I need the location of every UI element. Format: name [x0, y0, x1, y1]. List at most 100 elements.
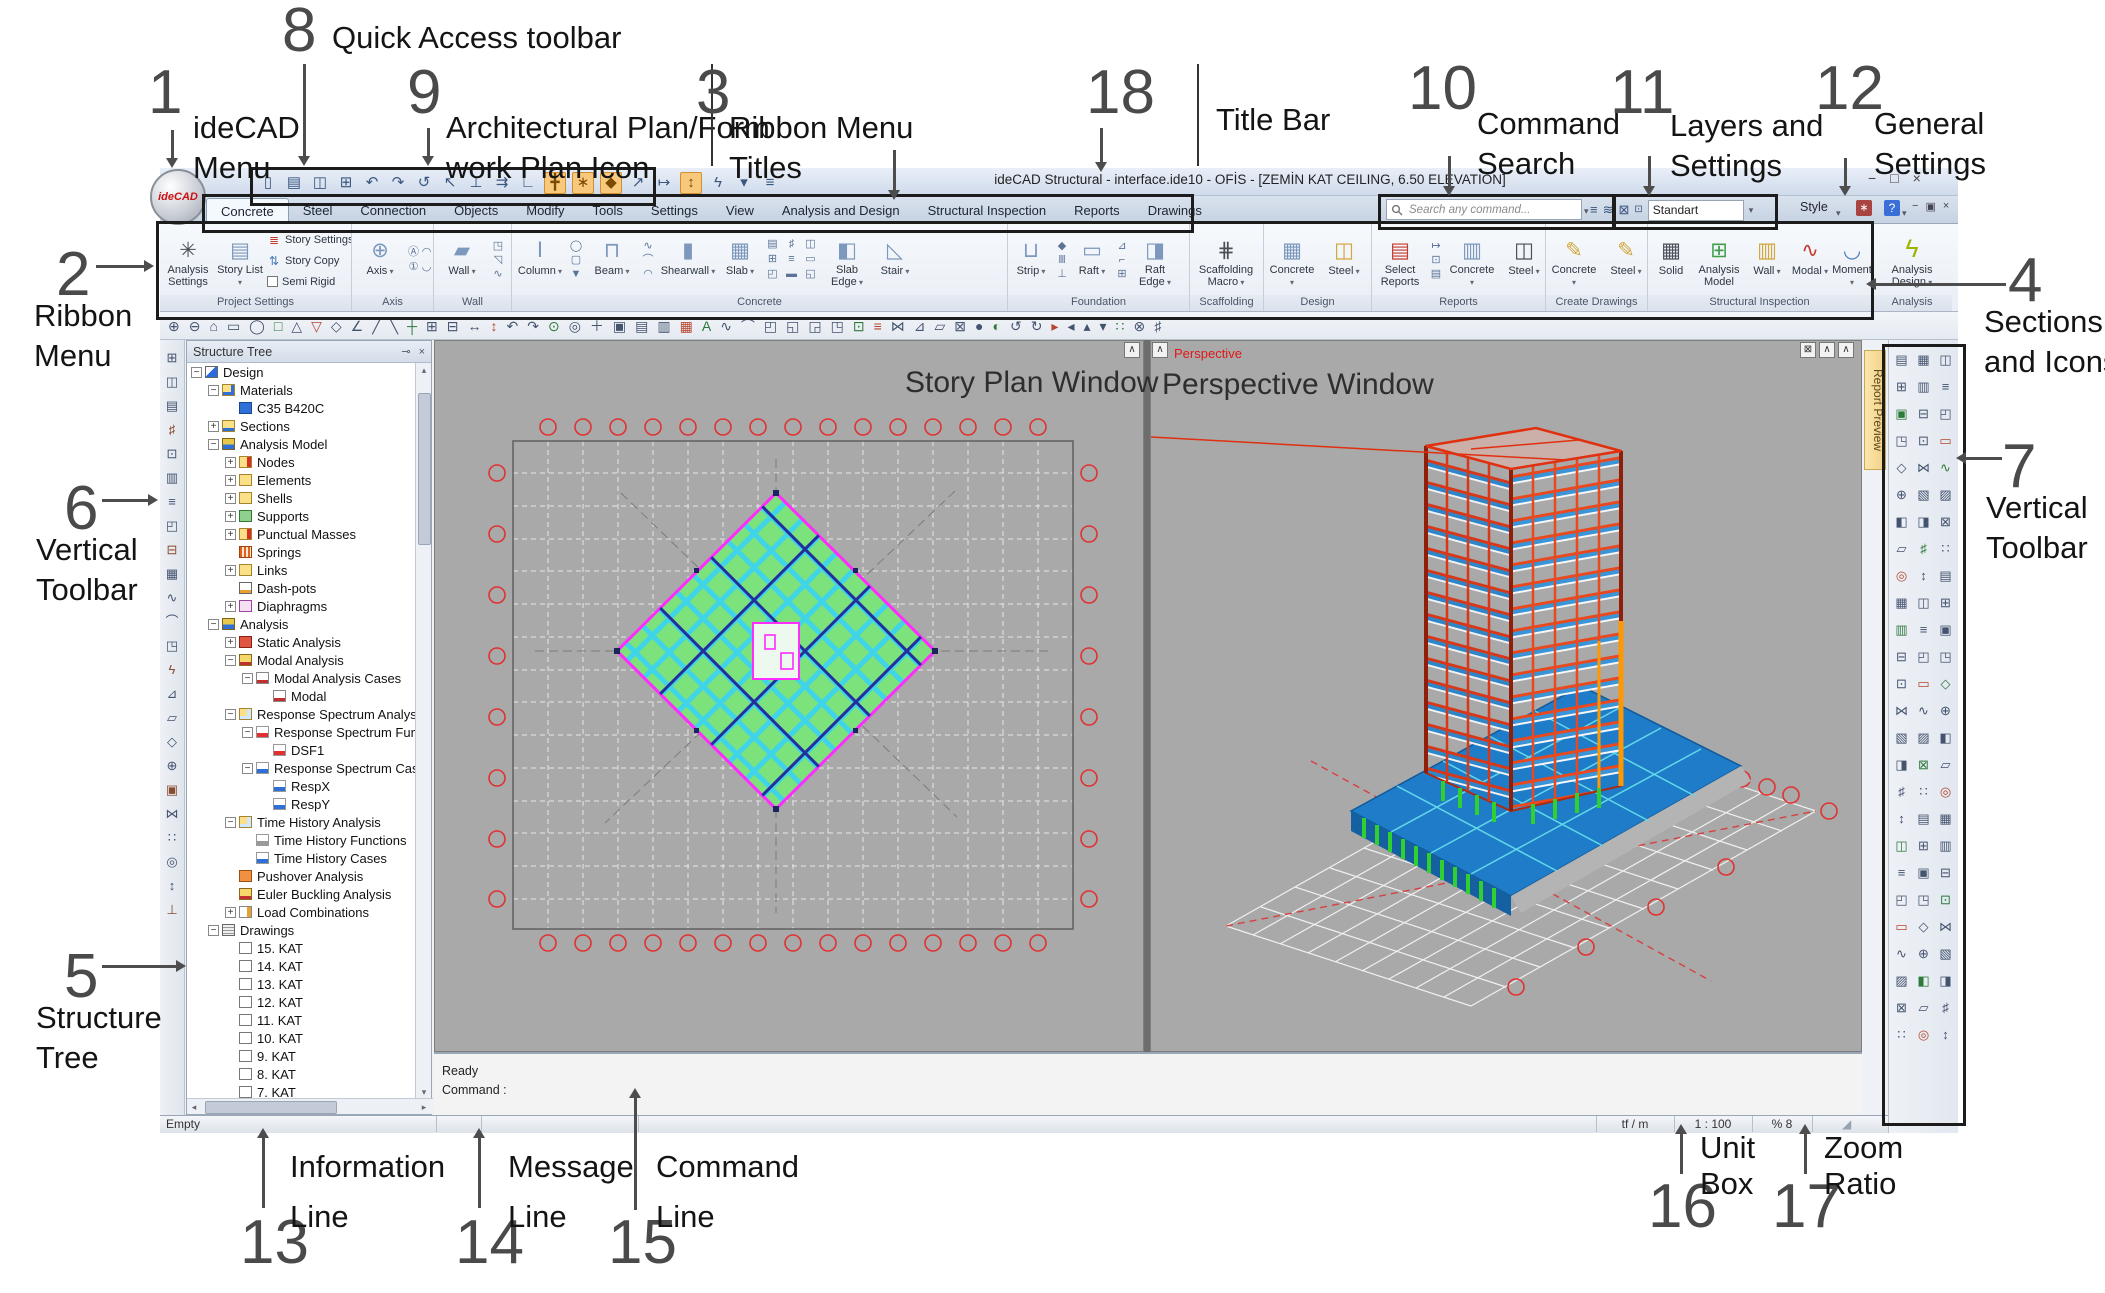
tool-icon[interactable]: ∠ [351, 316, 364, 336]
tool-icon[interactable]: ▤ [1935, 564, 1957, 591]
tree-expand-toggle[interactable]: + [225, 511, 236, 522]
tool-icon[interactable]: ϟ [169, 662, 176, 677]
drawings-concrete-button[interactable]: ✎Concrete [1549, 232, 1599, 288]
tool-icon[interactable]: ⊞ [426, 316, 438, 336]
axis-mini-icon[interactable]: ① [407, 261, 420, 276]
tool-icon[interactable]: ▤ [1913, 807, 1935, 834]
save-all-icon[interactable]: ⊞ [336, 173, 356, 193]
tree-item[interactable]: − Response Spectrum Cases [187, 759, 415, 777]
design-concrete-button[interactable]: ▦Concrete [1267, 232, 1317, 288]
ribbon-tab[interactable]: Concrete [206, 198, 289, 224]
tree-item[interactable]: C35 B420C [187, 399, 415, 417]
tool-icon[interactable]: ⊕ [1913, 942, 1935, 969]
tool-icon[interactable]: ⊟ [447, 316, 459, 336]
tool-icon[interactable]: ◨ [1935, 969, 1957, 996]
doc-minimize-icon[interactable]: − [1912, 200, 1918, 213]
tool-icon[interactable]: ╲ [390, 316, 398, 336]
tool-icon[interactable]: ▥ [1913, 375, 1935, 402]
ribbon-tab[interactable]: Connection [346, 198, 440, 224]
ribbon-tab[interactable]: Analysis and Design [768, 198, 914, 224]
axis-mini-icon[interactable]: ◡ [420, 261, 433, 276]
tool-icon[interactable]: ▣ [613, 316, 626, 336]
foundation-mini-icon[interactable]: ⊿ [1113, 240, 1131, 253]
solid-view-button[interactable]: ▦Solid [1651, 233, 1691, 289]
window-divider[interactable] [1144, 340, 1150, 1052]
tool-icon[interactable]: ▦ [680, 316, 693, 336]
tool-icon[interactable]: ▦ [1913, 348, 1935, 375]
tree-item[interactable]: + Sections [187, 417, 415, 435]
tree-item[interactable]: − Response Spectrum Functions [187, 723, 415, 741]
undo-icon[interactable]: ↶ [362, 173, 382, 193]
tool-icon[interactable]: ◱ [786, 316, 799, 336]
command-search[interactable] [1386, 199, 1582, 220]
tool-icon[interactable]: ≡ [1891, 861, 1913, 888]
tool-icon[interactable]: ▣ [1891, 402, 1913, 429]
tool-icon[interactable]: ⊠ [954, 316, 966, 336]
tree-expand-toggle[interactable]: + [225, 907, 236, 918]
tool-icon[interactable]: ▭ [1891, 915, 1913, 942]
tool-icon[interactable]: ◰ [1891, 888, 1913, 915]
tool-icon[interactable]: ≡ [1935, 375, 1957, 402]
scroll-left-icon[interactable]: ◂ [187, 1100, 201, 1114]
tree-expand-toggle[interactable]: − [242, 727, 253, 738]
tree-item[interactable]: − Analysis Model [187, 435, 415, 453]
tool-icon[interactable]: ▸ [1051, 316, 1058, 336]
layer-preset-select[interactable]: Standart [1648, 200, 1744, 221]
tree-expand-toggle[interactable]: + [225, 529, 236, 540]
tree-item[interactable]: + Shells [187, 489, 415, 507]
tree-expand-toggle[interactable]: − [191, 367, 202, 378]
search-dropdown-icon[interactable]: ▾ [1584, 201, 1589, 221]
tool-icon[interactable]: ⊠ [1891, 996, 1913, 1023]
tool-icon[interactable]: ⊡ [1935, 888, 1957, 915]
layer-dropdown-icon[interactable]: ▾ [1749, 200, 1754, 220]
tool-icon[interactable]: ⋈ [1891, 699, 1913, 726]
modal-button[interactable]: ∿Modal [1789, 233, 1831, 289]
tool-icon[interactable]: ⊠ [1913, 753, 1935, 780]
tool-icon[interactable]: ▦ [166, 566, 178, 581]
tool-icon[interactable]: ◯ [249, 316, 265, 336]
tool-icon[interactable]: ▤ [1891, 348, 1913, 375]
tool-icon[interactable]: ⊟ [1935, 861, 1957, 888]
tool-icon[interactable]: ∷ [1935, 537, 1957, 564]
tree-item[interactable]: + Static Analysis [187, 633, 415, 651]
reports-concrete-button[interactable]: ▥Concrete [1447, 232, 1497, 288]
tree-item[interactable]: RespX [187, 777, 415, 795]
tool-icon[interactable]: ◲ [808, 316, 821, 336]
tool-icon[interactable]: ◂ [1067, 316, 1074, 336]
scrollbar-thumb[interactable] [205, 1101, 337, 1114]
concrete-mini-icon[interactable]: ⊞ [763, 253, 782, 268]
tool-icon[interactable]: ◫ [1913, 591, 1935, 618]
ribbon-tab[interactable]: Drawings [1134, 198, 1216, 224]
select-reports-button[interactable]: ▤Select Reports [1375, 232, 1425, 288]
tool-icon[interactable]: ▱ [935, 316, 946, 336]
tree-expand-toggle[interactable]: − [208, 925, 219, 936]
tool-icon[interactable]: ◨ [1913, 510, 1935, 537]
tree-item[interactable]: 10. KAT [187, 1029, 415, 1047]
tree-expand-toggle[interactable]: + [225, 457, 236, 468]
tool-icon[interactable]: △ [291, 316, 302, 336]
tree-expand-toggle[interactable]: + [208, 421, 219, 432]
tool-icon[interactable]: ∿ [1913, 699, 1935, 726]
tool-icon[interactable]: ▦ [1891, 591, 1913, 618]
tool-icon[interactable]: ⊞ [1935, 591, 1957, 618]
tool-icon[interactable]: ≡ [1913, 618, 1935, 645]
tool-icon[interactable]: ⊖ [189, 316, 201, 336]
tool-icon[interactable]: ＋ [590, 316, 604, 336]
tool-icon[interactable]: ≡ [874, 316, 882, 336]
layer-list-icon[interactable]: ≡ [1590, 200, 1598, 220]
tool-icon[interactable]: ⊡ [1913, 429, 1935, 456]
tool-icon[interactable]: ⌒ [741, 316, 755, 336]
wall-button[interactable]: ▰Wall [437, 233, 487, 289]
reports-mini-icon[interactable]: ⊡ [1427, 254, 1445, 267]
tool-icon[interactable]: ∷ [168, 830, 176, 845]
concrete-mini-icon[interactable]: ◰ [763, 268, 782, 283]
concrete-mini-icon[interactable]: ≡ [782, 253, 801, 268]
layer-stack-icon[interactable]: ≋ [1603, 200, 1614, 220]
tool-icon[interactable]: ◇ [167, 734, 177, 749]
tool-icon[interactable]: ◧ [1935, 726, 1957, 753]
tool-icon[interactable]: ⊕ [1891, 483, 1913, 510]
tool-icon[interactable]: ▱ [1935, 753, 1957, 780]
tool-icon[interactable]: ▥ [1891, 618, 1913, 645]
unit-box[interactable]: tf / m [1596, 1117, 1674, 1132]
scroll-right-icon[interactable]: ▸ [417, 1100, 431, 1114]
